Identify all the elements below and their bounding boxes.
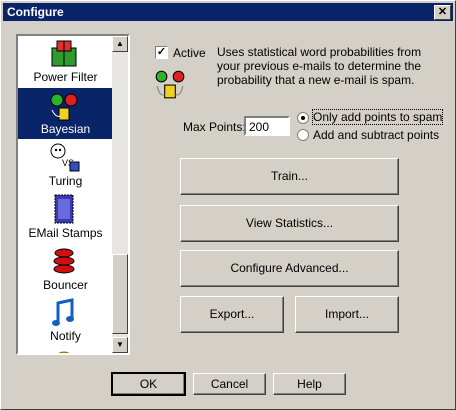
close-button[interactable]: ✕ (434, 5, 451, 20)
list-scrollbar[interactable]: ▲ ▼ (112, 36, 128, 353)
filter-item-label: Power Filter (33, 70, 98, 84)
power-filter-icon (51, 40, 77, 67)
help-button[interactable]: Help (273, 373, 346, 395)
filter-item-bayesian[interactable]: Bayesian (18, 88, 113, 139)
max-points-input[interactable]: 200 (244, 116, 290, 136)
title-bar[interactable]: Configure ✕ (3, 3, 453, 21)
configure-advanced-button-label: Configure Advanced... (230, 261, 349, 275)
bouncer-icon (53, 248, 75, 274)
import-button[interactable]: Import... (295, 296, 399, 333)
active-label: Active (173, 46, 206, 60)
add-subtract-label[interactable]: Add and subtract points (313, 128, 439, 142)
filter-item-label: EMail Stamps (28, 226, 103, 240)
train-button-label: Train... (271, 169, 308, 183)
filter-item-label: Notify (50, 329, 81, 343)
scroll-thumb[interactable] (112, 254, 128, 334)
window-title: Configure (7, 5, 64, 19)
scroll-up-button[interactable]: ▲ (112, 36, 128, 52)
filter-item-email-stamps[interactable]: EMail Stamps (18, 192, 113, 243)
max-points-label: Max Points: (183, 120, 246, 134)
add-subtract-radio[interactable] (297, 129, 309, 141)
help-button-label: Help (297, 377, 322, 391)
ok-button-label: OK (139, 377, 158, 391)
filter-item-notify[interactable]: Notify (18, 295, 113, 346)
ok-button[interactable]: OK (111, 372, 186, 396)
email-stamps-icon (54, 194, 74, 224)
filter-item-turing[interactable]: VS Turing (18, 140, 113, 191)
view-statistics-button[interactable]: View Statistics... (180, 205, 399, 242)
export-button-label: Export... (209, 307, 255, 321)
train-button[interactable]: Train... (180, 158, 399, 195)
import-button-label: Import... (324, 307, 369, 321)
filter-description: Uses statistical word probabilities from… (217, 45, 422, 87)
filter-list[interactable]: Power Filter Bayesian VS Turing EMail St… (16, 34, 130, 355)
filter-item-label: Bouncer (43, 278, 88, 292)
cancel-button[interactable]: Cancel (193, 373, 266, 395)
cancel-button-label: Cancel (210, 377, 249, 391)
filter-item-partial (18, 344, 113, 353)
turing-icon: VS (50, 143, 80, 172)
filter-item-bouncer[interactable]: Bouncer (18, 244, 113, 295)
bayesian-icon (50, 93, 78, 121)
scroll-down-button[interactable]: ▼ (112, 337, 128, 353)
filter-item-label: Turing (48, 174, 83, 188)
bayesian-icon (155, 70, 185, 99)
only-add-radio[interactable] (297, 112, 309, 124)
notify-icon (52, 298, 74, 326)
gear-icon (58, 351, 70, 353)
filter-item-power-filter[interactable]: Power Filter (18, 36, 113, 87)
view-statistics-button-label: View Statistics... (245, 216, 334, 230)
export-button[interactable]: Export... (180, 296, 284, 333)
filter-item-label: Bayesian (40, 122, 91, 136)
only-add-label[interactable]: Only add points to spam (311, 109, 444, 125)
configure-dialog: Configure ✕ Power Filter Bayesian VS Tur… (0, 0, 456, 410)
configure-advanced-button[interactable]: Configure Advanced... (180, 250, 399, 287)
active-checkbox[interactable]: ✓ (155, 46, 168, 59)
